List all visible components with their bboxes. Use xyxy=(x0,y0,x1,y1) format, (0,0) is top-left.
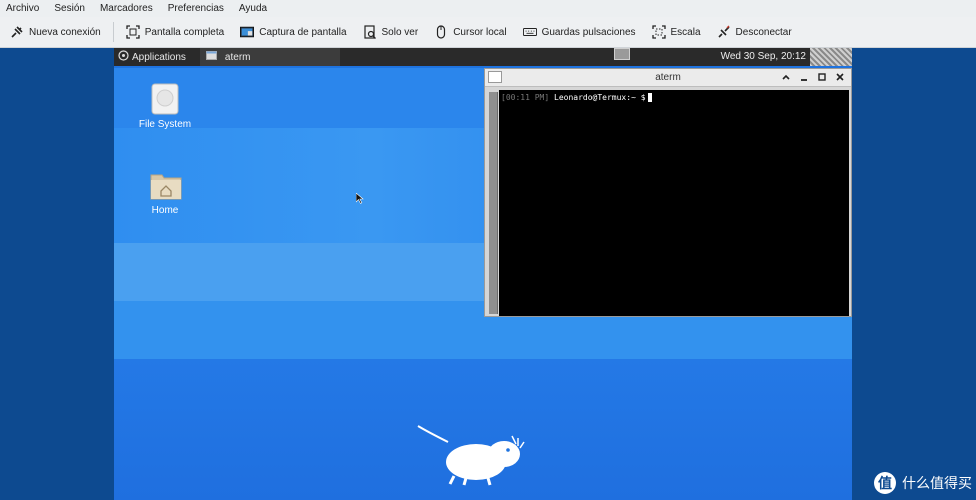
toolbar: Nueva conexión Pantalla completa Captura… xyxy=(0,17,976,48)
screenshot-label: Captura de pantalla xyxy=(259,26,347,38)
terminal-cursor xyxy=(647,93,652,102)
applications-label: Applications xyxy=(132,51,186,63)
terminal-output[interactable]: [00:11 PM] Leonardo@Termux:~ $ xyxy=(499,90,849,316)
scale-icon xyxy=(651,25,666,39)
disconnect-icon xyxy=(717,25,731,39)
menu-marcadores[interactable]: Marcadores xyxy=(100,3,153,14)
close-button[interactable] xyxy=(833,70,847,84)
window-icon xyxy=(205,51,217,63)
grab-keys-button[interactable]: Guardas pulsaciones xyxy=(519,20,640,44)
drive-icon xyxy=(150,83,180,115)
fullscreen-button[interactable]: Pantalla completa xyxy=(122,20,229,44)
screenshot-button[interactable]: Captura de pantalla xyxy=(236,20,350,44)
workspace-switcher[interactable] xyxy=(614,48,630,60)
maximize-icon xyxy=(818,73,826,81)
menu-preferencias[interactable]: Preferencias xyxy=(168,3,224,14)
home-folder-icon xyxy=(150,169,182,201)
menu-ayuda[interactable]: Ayuda xyxy=(239,3,267,14)
watermark-logo: 值 xyxy=(874,472,896,494)
desktop-icon-label: Home xyxy=(151,205,179,216)
aterm-window[interactable]: aterm [00:11 PM] Leonardo@Termux:~ $ xyxy=(484,68,852,317)
remote-viewport[interactable]: Applications aterm Wed 30 Sep, 20:12 Fil… xyxy=(0,48,976,500)
desktop-icon-label: File System xyxy=(138,119,192,130)
system-tray[interactable] xyxy=(810,48,852,66)
scale-button[interactable]: Escala xyxy=(648,20,705,44)
local-cursor-label: Cursor local xyxy=(453,26,507,38)
view-only-label: Solo ver xyxy=(381,26,419,38)
watermark-text: 什么值得买 xyxy=(902,476,972,492)
terminal-scrollbar[interactable] xyxy=(489,92,498,314)
terminal-prompt: Leonardo@Termux:~ $ xyxy=(554,93,646,102)
chevron-up-icon xyxy=(782,74,790,80)
view-only-icon xyxy=(363,25,377,39)
mouse-pointer-icon xyxy=(355,192,364,207)
shade-button[interactable] xyxy=(779,70,793,84)
xfce-logo-icon xyxy=(118,50,129,64)
local-cursor-button[interactable]: Cursor local xyxy=(430,20,510,44)
xfce-panel: Applications aterm Wed 30 Sep, 20:12 xyxy=(114,48,852,66)
toolbar-separator xyxy=(112,22,114,42)
desktop-icon-home[interactable]: Home xyxy=(125,169,205,216)
minimize-button[interactable] xyxy=(797,70,811,84)
screenshot-icon xyxy=(240,25,255,39)
maximize-button[interactable] xyxy=(815,70,829,84)
desktop-icon-file-system[interactable]: File System xyxy=(125,83,205,130)
taskbar-item-label: aterm xyxy=(224,51,251,63)
close-icon xyxy=(836,73,844,81)
window-titlebar[interactable]: aterm xyxy=(485,69,851,87)
view-only-button[interactable]: Solo ver xyxy=(359,20,423,44)
watermark: 值 什么值得买 xyxy=(874,472,972,494)
panel-clock[interactable]: Wed 30 Sep, 20:12 xyxy=(721,51,806,62)
menu-sesion[interactable]: Sesión xyxy=(54,3,85,14)
xfce-mouse-logo xyxy=(414,424,534,489)
mouse-icon xyxy=(434,25,448,39)
scale-label: Escala xyxy=(670,26,701,38)
applications-menu[interactable]: Applications xyxy=(114,48,190,66)
plug-icon xyxy=(10,25,24,39)
fullscreen-label: Pantalla completa xyxy=(144,26,225,38)
window-controls xyxy=(775,70,847,84)
minimize-icon xyxy=(801,79,807,81)
fullscreen-icon xyxy=(126,25,140,39)
disconnect-label: Desconectar xyxy=(735,26,792,38)
remote-desktop[interactable]: Applications aterm Wed 30 Sep, 20:12 Fil… xyxy=(114,48,852,500)
menu-bar: Archivo Sesión Marcadores Preferencias A… xyxy=(0,0,976,17)
terminal-timestamp: [00:11 PM] xyxy=(501,93,550,102)
grab-keys-label: Guardas pulsaciones xyxy=(541,26,636,38)
disconnect-button[interactable]: Desconectar xyxy=(713,20,796,44)
taskbar-item-aterm[interactable]: aterm xyxy=(199,48,340,66)
keyboard-icon xyxy=(522,25,537,39)
new-connection-label: Nueva conexión xyxy=(29,26,101,38)
menu-archivo[interactable]: Archivo xyxy=(6,3,39,14)
new-connection-button[interactable]: Nueva conexión xyxy=(6,20,105,44)
